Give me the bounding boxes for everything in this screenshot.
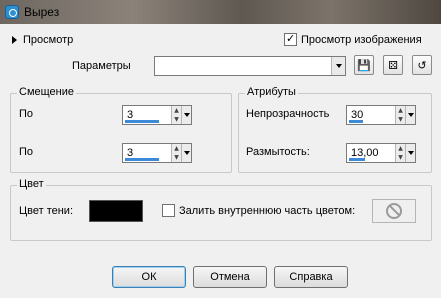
fill-color-swatch[interactable] xyxy=(372,199,416,223)
opacity-label: Непрозрачность xyxy=(246,108,330,120)
dice-icon: ⚄ xyxy=(388,58,398,72)
params-label: Параметры xyxy=(72,60,131,72)
opacity-level-bar xyxy=(349,120,363,123)
no-color-icon xyxy=(386,203,402,219)
randomize-button[interactable]: ⚄ xyxy=(383,55,403,75)
blur-label: Размытость: xyxy=(246,146,310,158)
expand-triangle-icon xyxy=(12,36,17,44)
color-group-title: Цвет xyxy=(17,178,46,190)
stepper-icon[interactable]: ▲ ▼ xyxy=(395,144,405,162)
title-bar: Вырез xyxy=(0,0,441,24)
opacity-value[interactable]: 30 xyxy=(347,106,395,124)
offset-h-level-bar xyxy=(125,158,159,161)
image-preview-check-icon[interactable] xyxy=(284,32,297,46)
image-preview-checkbox[interactable]: Просмотр изображения xyxy=(284,32,422,46)
reset-icon: ↺ xyxy=(417,58,427,72)
image-preview-label: Просмотр изображения xyxy=(301,33,422,46)
ok-button[interactable]: ОК xyxy=(112,266,186,288)
attributes-group-title: Атрибуты xyxy=(245,86,298,98)
offset-h-label: По xyxy=(19,146,34,158)
preview-toggle-label: Просмотр xyxy=(23,34,74,46)
fill-inner-checkbox[interactable]: Залить внутреннюю часть цветом: xyxy=(162,204,355,217)
blur-level-bar xyxy=(349,158,365,161)
blur-spinner[interactable]: 13,00 ▲ ▼ xyxy=(346,143,416,163)
stepper-icon[interactable]: ▲ ▼ xyxy=(171,106,181,124)
offset-v-value[interactable]: 3 xyxy=(123,106,171,124)
cancel-button[interactable]: Отмена xyxy=(193,266,267,288)
blur-value[interactable]: 13,00 xyxy=(347,144,395,162)
stepper-icon[interactable]: ▲ ▼ xyxy=(395,106,405,124)
shadow-color-label: Цвет тени: xyxy=(19,205,74,217)
offset-v-spinner[interactable]: 3 ▲ ▼ xyxy=(122,105,192,125)
fill-inner-check-icon[interactable] xyxy=(162,204,175,217)
chevron-down-icon[interactable] xyxy=(181,106,191,124)
offset-group: Смещение xyxy=(10,86,232,173)
offset-v-label: По xyxy=(19,108,34,120)
fill-inner-label: Залить внутреннюю часть цветом: xyxy=(179,204,356,217)
opacity-spinner[interactable]: 30 ▲ ▼ xyxy=(346,105,416,125)
offset-h-value[interactable]: 3 xyxy=(123,144,171,162)
chevron-down-icon[interactable] xyxy=(181,144,191,162)
params-dropdown[interactable] xyxy=(154,56,346,76)
chevron-down-icon[interactable] xyxy=(331,57,345,75)
save-preset-button[interactable]: 💾 xyxy=(354,55,374,75)
offset-v-level-bar xyxy=(125,120,159,123)
app-icon xyxy=(5,5,19,19)
chevron-down-icon[interactable] xyxy=(405,144,415,162)
help-button[interactable]: Справка xyxy=(274,266,348,288)
shadow-color-swatch[interactable] xyxy=(89,200,143,222)
window-title: Вырез xyxy=(24,5,60,19)
save-icon: 💾 xyxy=(357,58,371,72)
offset-h-spinner[interactable]: 3 ▲ ▼ xyxy=(122,143,192,163)
reset-button[interactable]: ↺ xyxy=(412,55,432,75)
offset-group-title: Смещение xyxy=(17,86,77,98)
stepper-icon[interactable]: ▲ ▼ xyxy=(171,144,181,162)
preview-toggle[interactable]: Просмотр xyxy=(12,34,73,46)
chevron-down-icon[interactable] xyxy=(405,106,415,124)
